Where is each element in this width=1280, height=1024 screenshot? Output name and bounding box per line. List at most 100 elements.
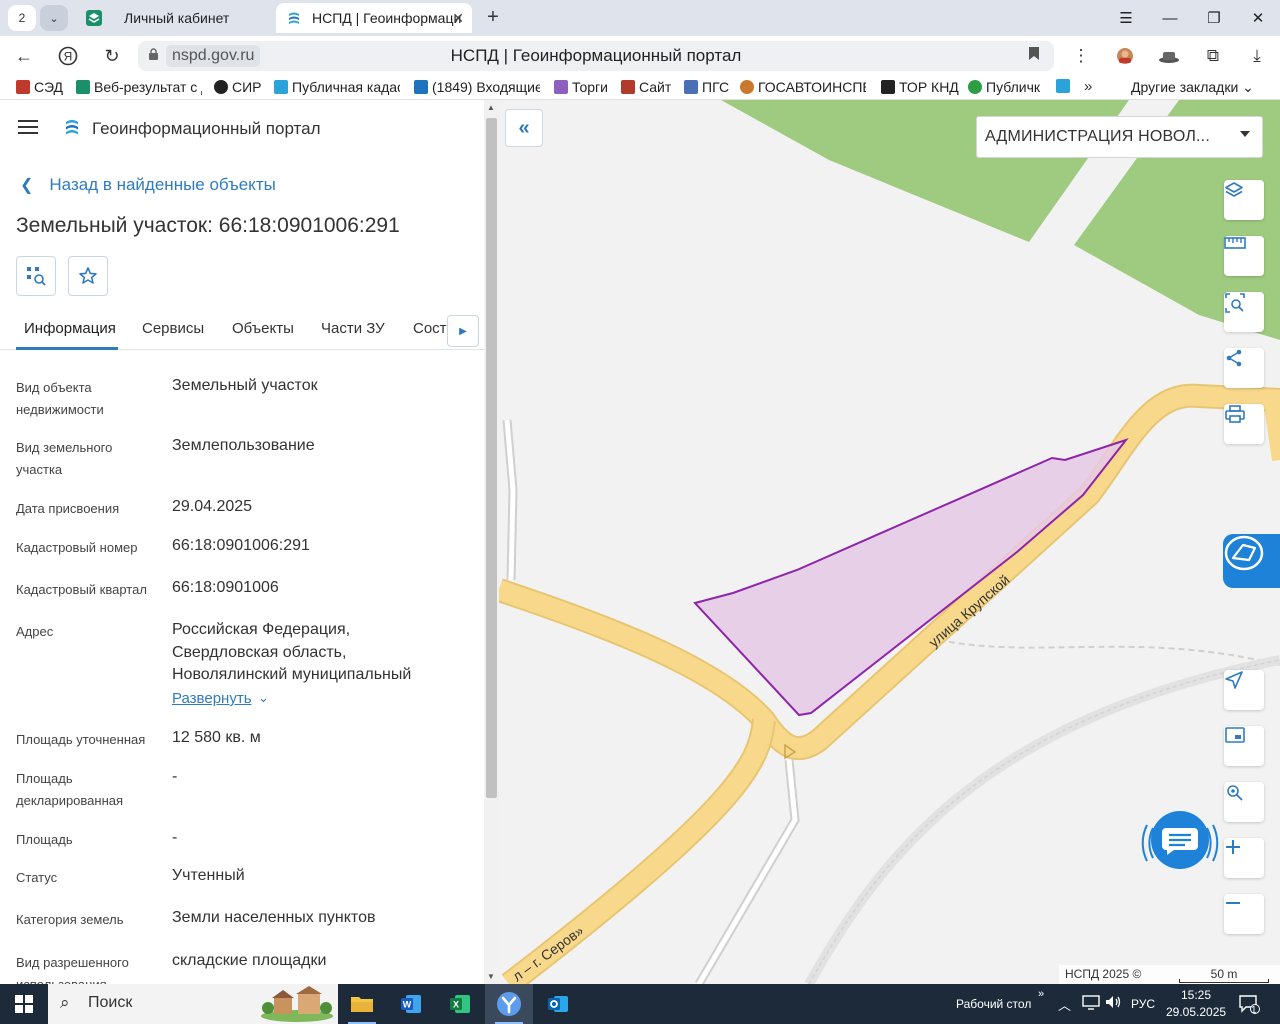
favorite-button[interactable] xyxy=(68,256,108,296)
label-area-specified: Площадь уточненная xyxy=(16,732,146,747)
restore-icon[interactable]: ❐ xyxy=(1192,0,1236,36)
volume-icon[interactable] xyxy=(1104,994,1122,1013)
bookmark-sed[interactable]: СЭД xyxy=(16,79,63,95)
downloads-icon[interactable]: ⤓ xyxy=(1244,42,1270,70)
assistant-button[interactable] xyxy=(1223,534,1280,588)
bookmark-sir[interactable]: СИР xyxy=(214,79,262,95)
new-tab-plus-icon[interactable]: + xyxy=(480,5,506,31)
bookmark-pgs[interactable]: ПГС xyxy=(684,79,729,95)
tab-objects[interactable]: Объекты xyxy=(232,320,294,337)
tab-list-chevron-icon[interactable]: ⌄ xyxy=(40,5,68,31)
bookmark-icon[interactable] xyxy=(1028,46,1040,66)
taskbar-word[interactable]: W xyxy=(387,984,435,1024)
bookmark-inbox[interactable]: (1849) Входящие xyxy=(414,79,540,95)
menu-icon[interactable] xyxy=(18,120,38,136)
expand-address-link[interactable]: Развернуть xyxy=(172,690,252,707)
language-indicator[interactable]: РУС xyxy=(1131,997,1155,1011)
bookmark-nspd-short[interactable] xyxy=(1056,79,1074,93)
geolocation-button[interactable] xyxy=(1224,670,1264,710)
eagle-icon xyxy=(684,80,698,94)
extension-avatar-icon[interactable] xyxy=(1112,42,1138,70)
ruler-icon xyxy=(1224,237,1246,249)
nspd-icon xyxy=(1056,79,1070,93)
scale-bar xyxy=(1179,979,1269,983)
chat-button[interactable] xyxy=(1137,800,1223,886)
desktop-label[interactable]: Рабочий стол xyxy=(956,997,1031,1011)
other-bookmarks[interactable]: Другие закладки ⌄ xyxy=(1131,79,1254,96)
yandex-logo-icon[interactable]: Я xyxy=(54,42,82,70)
search-location-button[interactable] xyxy=(1224,782,1264,822)
network-icon[interactable] xyxy=(1082,994,1100,1013)
browser-tab-personal-cabinet[interactable]: Личный кабинет xyxy=(76,3,272,33)
bookmark-site[interactable]: Сайт xyxy=(621,79,671,95)
zoom-out-button[interactable] xyxy=(1224,894,1264,934)
url-field[interactable]: nspd.gov.ru НСПД | Геоинформационный пор… xyxy=(138,41,1054,71)
collapse-panel-button[interactable]: « xyxy=(505,109,543,147)
layers-button[interactable] xyxy=(1224,180,1264,220)
browser-menu-icon[interactable]: ☰ xyxy=(1104,0,1148,36)
scroll-up-icon[interactable]: ▲ xyxy=(487,103,495,112)
dropdown-caret-icon xyxy=(1240,131,1250,137)
collections-icon[interactable]: ⧉ xyxy=(1200,42,1226,70)
back-arrow-icon[interactable]: ← xyxy=(10,42,38,70)
svg-text:W: W xyxy=(403,1000,412,1010)
reload-icon[interactable]: ↻ xyxy=(98,42,126,70)
info-tabs: Информация Сервисы Объекты Части ЗУ Сост… xyxy=(0,312,484,350)
taskbar-search-input[interactable]: ⌕ Поиск xyxy=(48,984,338,1024)
browser-tab-nspd[interactable]: НСПД | Геоинформаци ✕ xyxy=(276,3,472,33)
bookmark-public[interactable]: Публичк xyxy=(968,79,1044,95)
tab-services[interactable]: Сервисы xyxy=(142,320,204,337)
bookmark-torgi[interactable]: Торги xyxy=(554,79,608,95)
share-button[interactable] xyxy=(1224,348,1264,388)
value-status: Учтенный xyxy=(172,867,245,884)
minimap-button[interactable] xyxy=(1224,726,1264,766)
value-cadastral-number: 66:18:0901006:291 xyxy=(172,537,310,554)
tabs-scroll-right-icon[interactable]: ▶ xyxy=(447,315,479,347)
bookmark-tor-knd[interactable]: ТОР КНД xyxy=(881,79,959,95)
zoom-to-object-button[interactable] xyxy=(16,256,56,296)
scroll-thumb[interactable] xyxy=(486,118,497,798)
label-cadastral-number: Кадастровый номер xyxy=(16,540,138,555)
land-parcel-66-18-0901006-291[interactable] xyxy=(693,438,1129,717)
tab-counter[interactable]: 2 xyxy=(8,5,36,31)
tab-information[interactable]: Информация xyxy=(24,320,116,337)
taskbar-outlook[interactable] xyxy=(534,984,582,1024)
zoom-in-button[interactable] xyxy=(1224,838,1264,878)
clock-time[interactable]: 15:25 xyxy=(1181,988,1211,1002)
bookmark-public-cadastral[interactable]: Публичная кадас xyxy=(274,79,400,95)
area-search-button[interactable] xyxy=(1224,292,1264,332)
label-address: Адрес xyxy=(16,624,54,639)
label-area-declared: Площадь декларированная xyxy=(16,771,124,808)
chevron-down-icon[interactable]: ⌄ xyxy=(258,690,269,706)
outlook-icon xyxy=(548,996,568,1012)
back-to-results-link[interactable]: ❮ Назад в найденные объекты xyxy=(20,175,276,195)
tab-close-icon[interactable]: ✕ xyxy=(452,10,464,27)
bookmarks-more-icon[interactable]: » xyxy=(1084,78,1092,95)
more-menu-icon[interactable]: ⋮ xyxy=(1068,42,1094,70)
scroll-down-icon[interactable]: ▼ xyxy=(487,972,495,981)
print-button[interactable] xyxy=(1224,404,1264,444)
measure-button[interactable] xyxy=(1224,236,1264,276)
gosuslugi-icon xyxy=(76,80,90,94)
toolbar-expand-icon[interactable]: » xyxy=(1038,988,1044,1000)
extension-hat-icon[interactable] xyxy=(1156,42,1182,70)
mail-icon xyxy=(414,80,428,94)
bookmark-gosavtoinspection[interactable]: ГОСАВТОИНСПЕ xyxy=(740,79,866,95)
value-land-category: Земли населенных пунктов xyxy=(172,909,376,926)
tray-chevron-up-icon[interactable]: ︿ xyxy=(1058,995,1071,1014)
map-view[interactable]: улица Крупской л – г. Серов» « АДМИНИСТР… xyxy=(499,100,1280,984)
panel-scrollbar[interactable]: ▲ ▼ xyxy=(484,100,499,984)
close-window-icon[interactable]: ✕ xyxy=(1236,0,1280,36)
active-tab-indicator xyxy=(16,347,118,350)
taskbar-excel[interactable]: X xyxy=(436,984,484,1024)
region-select[interactable]: АДМИНИСТРАЦИЯ НОВОЛ... xyxy=(976,116,1263,158)
windows-start-icon[interactable] xyxy=(0,984,48,1024)
tab-parts[interactable]: Части ЗУ xyxy=(321,320,385,337)
assistant-icon xyxy=(1224,535,1264,571)
bookmark-web-result[interactable]: Веб-результат с д xyxy=(76,79,202,95)
taskbar-yandex-browser[interactable] xyxy=(485,984,533,1024)
minimize-icon[interactable]: — xyxy=(1148,0,1192,36)
taskbar-file-explorer[interactable] xyxy=(338,984,386,1024)
clock-date[interactable]: 29.05.2025 xyxy=(1166,1005,1226,1019)
value-object-type: Земельный участок xyxy=(172,377,318,394)
